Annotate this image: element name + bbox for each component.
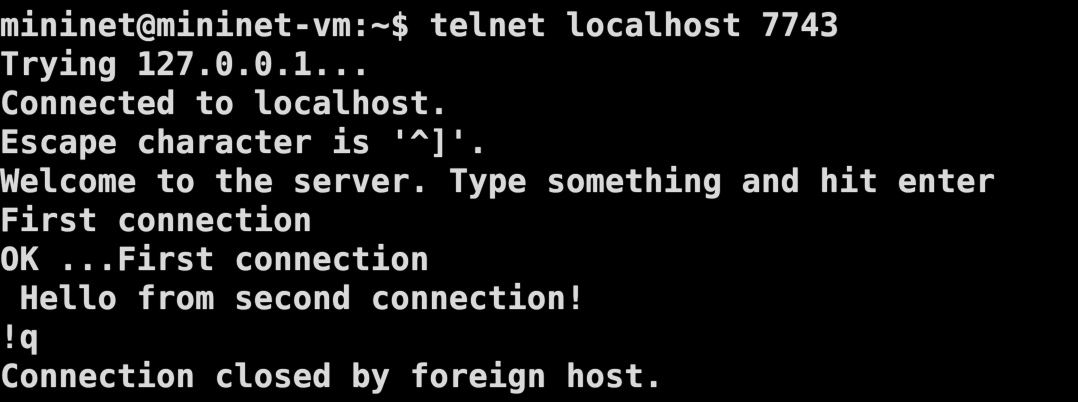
terminal-line-hello-second: Hello from second connection! xyxy=(0,279,586,317)
terminal-line-first-connection: First connection xyxy=(0,201,313,239)
terminal-line-connection-closed: Connection closed by foreign host. xyxy=(0,357,664,395)
terminal-line-prompt-command: mininet@mininet-vm:~$ telnet localhost 7… xyxy=(0,6,840,44)
terminal-line-welcome: Welcome to the server. Type something an… xyxy=(0,162,996,200)
terminal-line-quit-command: !q xyxy=(0,318,40,356)
terminal-line-connected: Connected to localhost. xyxy=(0,84,449,122)
terminal-line-ok-response: OK ...First connection xyxy=(0,240,430,278)
terminal-window[interactable]: mininet@mininet-vm:~$ telnet localhost 7… xyxy=(0,0,1078,402)
terminal-line-escape-character: Escape character is '^]'. xyxy=(0,123,488,161)
terminal-output: mininet@mininet-vm:~$ telnet localhost 7… xyxy=(0,6,1078,396)
terminal-line-trying: Trying 127.0.0.1... xyxy=(0,45,371,83)
